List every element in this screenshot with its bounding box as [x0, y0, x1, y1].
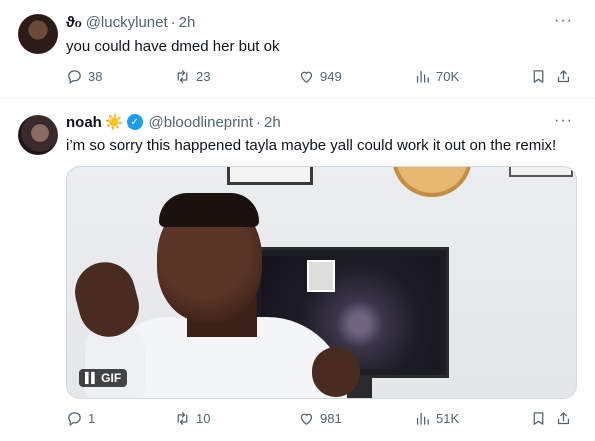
action-bar: 38 23 949 70K	[66, 68, 577, 88]
handle[interactable]: @bloodlineprint	[149, 114, 253, 131]
like-count: 949	[320, 69, 342, 84]
gif-media[interactable]: ▌▌ GIF	[66, 166, 577, 399]
tweet-header: ϑℴ @luckylunet · 2h	[66, 13, 196, 32]
avatar[interactable]	[18, 115, 58, 155]
bookmark-icon	[533, 70, 544, 83]
avatar[interactable]	[18, 14, 58, 54]
views-icon	[416, 412, 429, 425]
tweet-text: i’m so sorry this happened tayla maybe y…	[66, 137, 557, 154]
tweet[interactable]: noah ☀️ ✓ @bloodlineprint · 2h ··· i’m s…	[0, 100, 595, 441]
views-count: 51K	[436, 411, 460, 426]
display-name[interactable]: noah	[66, 114, 102, 131]
tweet-header: noah ☀️ ✓ @bloodlineprint · 2h	[66, 113, 281, 132]
more-icon[interactable]: ···	[554, 112, 573, 130]
wall-frame	[227, 167, 313, 185]
person-hair	[159, 193, 259, 227]
bookmark-button[interactable]	[530, 68, 547, 85]
repost-button[interactable]: 23	[174, 68, 210, 85]
share-button[interactable]	[555, 410, 572, 427]
verified-icon[interactable]: ✓	[126, 114, 143, 130]
bookmark-button[interactable]	[530, 410, 547, 427]
like-icon	[300, 71, 313, 83]
gif-badge[interactable]: ▌▌ GIF	[79, 369, 128, 387]
reply-count: 1	[88, 411, 96, 426]
monitor-sticker	[307, 260, 335, 292]
repost-icon	[177, 70, 188, 83]
like-button[interactable]: 949	[298, 68, 342, 85]
share-icon	[557, 70, 570, 83]
share-icon	[557, 412, 570, 425]
timestamp[interactable]: 2h	[179, 14, 196, 31]
reply-button[interactable]: 1	[66, 410, 95, 427]
repost-button[interactable]: 10	[174, 410, 210, 427]
reply-icon	[68, 412, 81, 427]
tweet[interactable]: ϑℴ @luckylunet · 2h ··· you could have d…	[0, 0, 595, 99]
more-icon[interactable]: ···	[554, 12, 573, 30]
action-bar: 1 10 981 51K	[66, 410, 577, 430]
share-button[interactable]	[555, 68, 572, 85]
gif-label: GIF	[101, 371, 122, 385]
repost-icon	[177, 412, 188, 425]
like-button[interactable]: 981	[298, 410, 342, 427]
separator: ·	[170, 13, 176, 31]
views-button[interactable]: 51K	[414, 410, 459, 427]
repost-count: 23	[196, 69, 211, 84]
separator: ·	[256, 113, 261, 131]
reply-icon	[68, 70, 81, 85]
like-icon	[300, 413, 313, 425]
repost-count: 10	[196, 411, 211, 426]
views-button[interactable]: 70K	[414, 68, 459, 85]
reply-button[interactable]: 38	[66, 68, 102, 85]
like-count: 981	[320, 411, 342, 426]
person-sleeve	[85, 327, 145, 398]
reply-count: 38	[88, 69, 103, 84]
display-name[interactable]: ϑℴ	[66, 13, 82, 31]
bookmark-icon	[533, 412, 544, 425]
person-hand	[312, 347, 360, 397]
sun-emoji: ☀️	[104, 114, 124, 131]
pause-icon[interactable]: ▌▌	[85, 373, 98, 384]
views-count: 70K	[436, 69, 460, 84]
views-icon	[416, 70, 429, 83]
wall-frame	[509, 167, 573, 177]
handle[interactable]: @luckylunet	[86, 14, 168, 31]
tweet-text: you could have dmed her but ok	[66, 38, 280, 55]
timestamp[interactable]: 2h	[264, 114, 281, 131]
